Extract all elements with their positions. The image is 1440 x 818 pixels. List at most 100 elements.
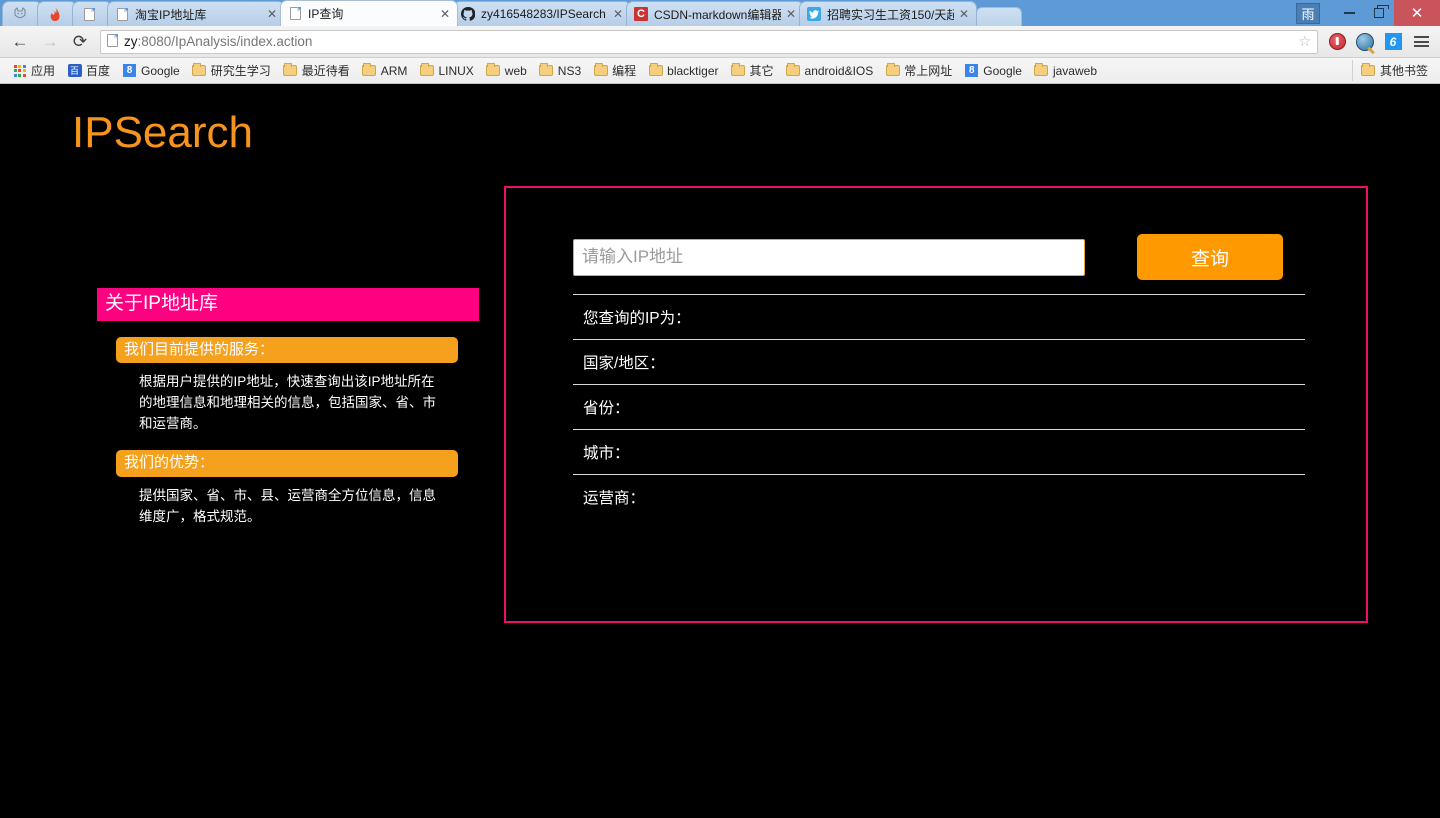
bookmark-label: 常上网址 [904,64,953,78]
bookmark-folder-linux[interactable]: LINUX [413,62,479,80]
bookmark-label: ARM [380,63,408,78]
reload-button[interactable]: ⟳ [66,28,94,56]
site-logo: IPSearch [72,108,253,157]
query-button[interactable]: 查询 [1137,234,1283,280]
folder-icon [731,63,746,77]
flame-icon [47,6,63,22]
bookmark-label: Google [983,63,1022,78]
tab-pinned-wolf[interactable] [2,1,42,26]
close-window-button[interactable]: ✕ [1394,0,1440,26]
bookmark-google-2[interactable]: 8 Google [958,62,1028,80]
wolf-icon [12,6,28,22]
bookmark-label: 最近待看 [301,64,350,78]
result-label: 运营商： [583,490,646,507]
bookmark-folder-ns3[interactable]: NS3 [533,62,587,80]
tab-close-icon[interactable]: ✕ [612,8,624,20]
ime-indicator[interactable]: 雨 [1296,2,1320,24]
result-label: 您查询的IP为： [583,310,691,327]
folder-icon [786,63,801,77]
bookmark-label: web [504,63,527,78]
magnifier-icon[interactable] [1352,29,1378,55]
bird-icon [806,6,822,22]
info-section-heading-advantages: 我们的优势： [116,450,458,477]
info-panel: 关于IP地址库 我们目前提供的服务： 根据用户提供的IP地址，快速查询出该IP地… [97,288,479,527]
bookmark-label: 百度 [86,64,111,78]
bookmark-label: blacktiger [667,63,719,78]
folder-icon [593,63,608,77]
bookmark-star-icon[interactable]: ☆ [1298,33,1311,50]
browser-toolbar: ← → ⟳ zy:8080/IpAnalysis/index.action ☆ … [0,26,1440,58]
bookmark-label: javaweb [1052,63,1097,78]
tab-close-icon[interactable]: ✕ [785,8,797,20]
bookmark-google-1[interactable]: 8 Google [116,62,186,80]
tab-label: 招聘实习生工资150/天起 [827,7,954,22]
result-row-country: 国家/地区： [573,339,1305,384]
stop-shield-icon[interactable] [1324,29,1350,55]
minimize-button[interactable] [1334,0,1364,26]
bookmark-folder-javaweb[interactable]: javaweb [1028,62,1103,80]
document-icon [82,6,98,22]
folder-icon [1361,63,1376,77]
tab-pinned-blank[interactable] [72,1,112,26]
result-row-city: 城市： [573,429,1305,474]
tab-taobao-ip[interactable]: 淘宝IP地址库 ✕ [107,1,285,26]
bookmark-folder-graduate[interactable]: 研究生学习 [186,60,277,81]
bookmark-label: NS3 [557,63,582,78]
restore-button[interactable] [1364,0,1394,26]
bookmark-other-bookmarks[interactable]: 其他书签 [1351,60,1434,81]
csdn-icon: C [633,6,649,22]
bookmarks-bar: 应用 百 百度 8 Google 研究生学习 最近待看 ARM LINUX we… [0,58,1440,84]
document-icon [114,6,130,22]
menu-icon[interactable] [1408,29,1434,55]
bookmark-folder-blacktiger[interactable]: blacktiger [642,62,724,80]
tab-ip-query[interactable]: IP查询 ✕ [280,0,458,26]
bookmark-folder-programming[interactable]: 编程 [587,60,642,81]
info-panel-title: 关于IP地址库 [97,288,479,321]
bookmark-folder-arm[interactable]: ARM [356,62,414,80]
bookmark-folder-web[interactable]: web [480,62,533,80]
bookmark-folder-android-ios[interactable]: android&IOS [780,62,880,80]
tab-pinned-flame[interactable] [37,1,77,26]
page-content: IPSearch 关于IP地址库 我们目前提供的服务： 根据用户提供的IP地址，… [0,84,1440,818]
bookmark-label: LINUX [438,63,474,78]
info-section-body-services: 根据用户提供的IP地址，快速查询出该IP地址所在的地理信息和地理相关的信息，包括… [139,374,436,432]
baidu-icon: 百 [67,64,82,77]
result-label: 省份： [583,400,630,417]
tab-recruit[interactable]: 招聘实习生工资150/天起 ✕ [799,1,977,26]
result-row-isp: 运营商： [573,474,1305,519]
bookmark-folder-frequent-sites[interactable]: 常上网址 [879,60,958,81]
new-tab-button[interactable] [976,7,1022,26]
bookmark-baidu[interactable]: 百 百度 [61,60,116,81]
folder-icon [283,63,298,77]
tab-close-icon[interactable]: ✕ [958,8,970,20]
tab-label: IP查询 [308,7,344,21]
six-badge-icon[interactable]: 6 [1380,29,1406,55]
forward-button[interactable]: → [36,28,64,56]
ip-search-input[interactable] [573,238,1085,276]
folder-icon [1034,63,1049,77]
tab-close-icon[interactable]: ✕ [439,8,451,20]
back-button[interactable]: ← [6,28,34,56]
google-icon: 8 [964,64,979,77]
tab-csdn-markdown[interactable]: C CSDN-markdown编辑器 ✕ [626,1,804,26]
bookmark-folder-recent[interactable]: 最近待看 [277,60,356,81]
result-label: 城市： [583,445,630,462]
folder-icon [419,63,434,77]
document-icon [287,6,303,22]
bookmark-label: android&IOS [804,63,874,78]
address-bar[interactable]: zy:8080/IpAnalysis/index.action ☆ [100,29,1318,54]
bookmark-folder-other[interactable]: 其它 [725,60,780,81]
tab-close-icon[interactable]: ✕ [266,8,278,20]
page-info-icon [107,33,118,50]
bookmark-label: 编程 [612,64,637,78]
bookmark-label: 应用 [31,64,56,78]
tab-github-ipsearch[interactable]: zy416548283/IPSearch ✕ [453,1,631,26]
tab-label: 淘宝IP地址库 [135,7,207,22]
url-host: zy [124,34,138,49]
google-icon: 8 [122,64,137,77]
folder-icon [486,63,501,77]
folder-icon [885,63,900,77]
bookmark-apps[interactable]: 应用 [6,60,61,81]
folder-icon [648,63,663,77]
search-row: 查询 [573,234,1283,280]
